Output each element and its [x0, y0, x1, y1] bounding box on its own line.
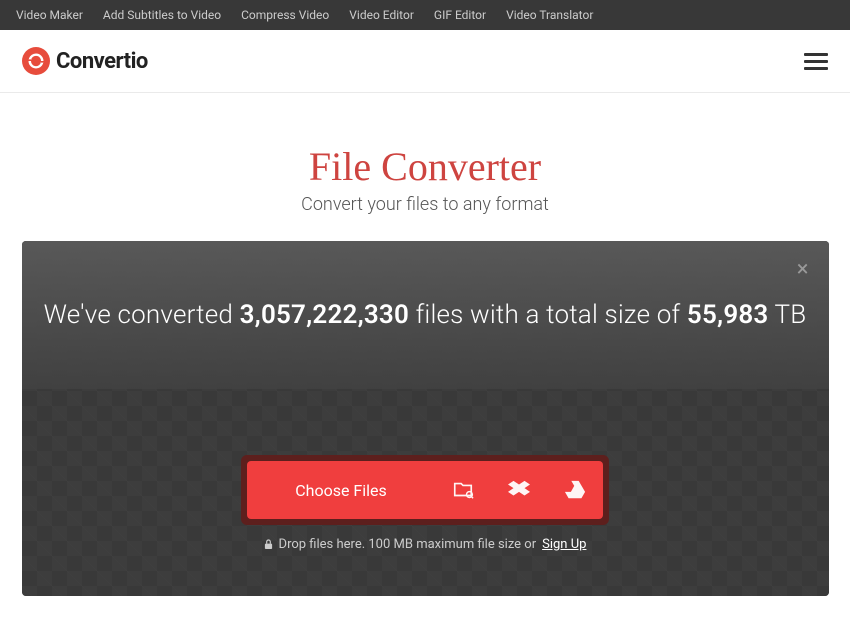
google-drive-icon[interactable] — [547, 461, 603, 519]
dropbox-icon[interactable] — [491, 461, 547, 519]
nav-link-add-subtitles[interactable]: Add Subtitles to Video — [103, 8, 221, 22]
drop-hint-text: Drop files here. 100 MB maximum file siz… — [279, 537, 537, 552]
logo-text: Convertio — [56, 49, 148, 74]
nav-link-gif-editor[interactable]: GIF Editor — [434, 8, 486, 22]
stats-banner: × We've converted 3,057,222,330 files wi… — [22, 241, 829, 389]
drop-hint: Drop files here. 100 MB maximum file siz… — [264, 537, 587, 552]
header: Convertio — [0, 30, 850, 93]
close-icon[interactable]: × — [797, 259, 809, 281]
hero: File Converter Convert your files to any… — [0, 93, 850, 215]
lock-icon — [264, 539, 273, 550]
convertio-logo-icon — [22, 47, 50, 75]
choose-files-container: Choose Files — [241, 455, 609, 525]
nav-link-video-editor[interactable]: Video Editor — [349, 8, 414, 22]
sign-up-link[interactable]: Sign Up — [542, 537, 586, 552]
folder-browse-icon[interactable] — [435, 461, 491, 519]
choose-files-bar: Choose Files — [247, 461, 603, 519]
nav-link-compress-video[interactable]: Compress Video — [241, 8, 329, 22]
main-panel: Choose Files Drop files here. 100 MB max… — [22, 241, 829, 596]
page-title: File Converter — [0, 143, 850, 190]
nav-link-video-translator[interactable]: Video Translator — [506, 8, 593, 22]
top-nav: Video Maker Add Subtitles to Video Compr… — [0, 0, 850, 30]
hamburger-menu-icon[interactable] — [804, 53, 828, 70]
stats-text: We've converted 3,057,222,330 files with… — [44, 300, 807, 330]
choose-files-button[interactable]: Choose Files — [247, 481, 435, 500]
nav-link-video-maker[interactable]: Video Maker — [16, 8, 83, 22]
page-subtitle: Convert your files to any format — [0, 194, 850, 215]
logo[interactable]: Convertio — [22, 47, 148, 75]
